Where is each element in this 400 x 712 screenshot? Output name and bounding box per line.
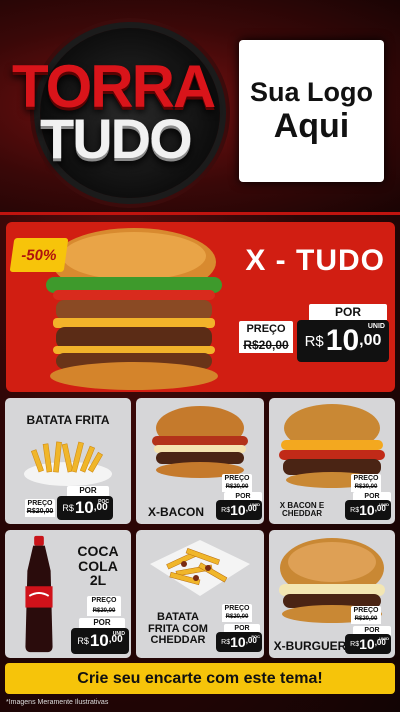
old-price-value: R$20,00 (25, 507, 55, 517)
currency-symbol: R$ (350, 640, 360, 648)
unit-label: POC (251, 634, 260, 639)
new-price-label: POR (67, 486, 109, 496)
new-price-label: POR (79, 618, 125, 628)
currency-symbol: R$ (77, 636, 89, 646)
hero-product-name: X - TUDO (245, 244, 385, 277)
logo-text-line-2: Aqui (273, 106, 350, 145)
product-card-x-bacon[interactable]: X-BACON PREÇO R$20,00 POR R$ 10 ,00 UNID (136, 398, 264, 524)
cta-button[interactable]: Crie seu encarte com este tema! (5, 663, 395, 694)
unit-label: POC (98, 499, 109, 505)
header-banner: TORRA TUDO Sua Logo Aqui (0, 0, 400, 215)
price-cents: ,00 (359, 332, 382, 349)
product-card-x-bacon-cheddar[interactable]: X BACON E CHEDDAR PREÇO R$20,00 POR R$ 1… (269, 398, 395, 524)
price-tag: PREÇO R$20,00 POR R$ 10 ,00 POC (216, 604, 264, 654)
new-price-value: R$ 10 ,00 UNID (71, 628, 129, 654)
old-price-value: R$20,00 (239, 337, 293, 353)
logo-text-line-1: Sua Logo (250, 76, 373, 107)
currency-symbol: R$ (304, 332, 324, 350)
new-price-value: R$ 10 ,00 UNID (297, 320, 389, 362)
fries-cheddar-image (150, 540, 250, 596)
currency-symbol: R$ (221, 638, 231, 646)
price-tag: PREÇO R$20,00 POR R$ 10 ,00 UNID (69, 596, 131, 656)
price-integer: 10 (230, 634, 246, 650)
new-price-label: POR (309, 304, 387, 320)
old-price-label: PREÇO (239, 321, 293, 337)
coca-cola-bottle-image (25, 535, 53, 653)
product-card-batata-cheddar[interactable]: BATATA FRITA COM CHEDDAR PREÇO R$20,00 P… (136, 530, 264, 658)
new-price-value: R$ 10 ,00 UNID (345, 500, 391, 520)
product-name-line-3: 2L (89, 572, 107, 589)
fries-image (24, 441, 112, 486)
price-integer: 10 (359, 636, 375, 652)
product-name: X-BACON (148, 505, 204, 519)
currency-symbol: R$ (221, 506, 231, 514)
product-card-coca-cola[interactable]: COCA COLA 2L PREÇO R$20,00 POR R$ 10 ,00… (5, 530, 131, 658)
product-card-x-burguer[interactable]: X-BURGUER PREÇO R$20,00 POR R$ 10 ,00 UN… (269, 530, 395, 658)
product-name-line-1: BATATA (157, 611, 199, 623)
unit-label: UNID (112, 631, 125, 637)
product-name-line-3: CHEDDAR (150, 634, 206, 647)
price-tag: PREÇO R$20,00 POR R$ 10 ,00 POC (25, 486, 127, 522)
hero-price-tag: PREÇO R$20,00 POR R$ 10 ,00 UNID (239, 304, 389, 384)
product-name: BATATA FRITA (26, 413, 110, 427)
product-name: BATATA FRITA COM CHEDDAR (140, 611, 216, 647)
disclaimer-note: *Imagens Meramente Ilustrativas (6, 699, 109, 706)
product-name: COCA COLA 2L (69, 544, 127, 588)
currency-symbol: R$ (62, 503, 74, 513)
product-name: X BACON E CHEDDAR (279, 501, 325, 519)
new-price-value: R$ 10 ,00 UNID (345, 634, 391, 654)
product-name: X-BURGUER (273, 639, 347, 653)
price-integer: 10 (325, 324, 360, 357)
price-integer: 10 (74, 498, 94, 517)
flyer-page: TORRA TUDO Sua Logo Aqui -50% X - TUDO P… (0, 0, 400, 712)
old-price-value: R$20,00 (87, 606, 121, 616)
price-integer: 10 (89, 631, 109, 650)
currency-symbol: R$ (350, 506, 360, 514)
unit-label: UNID (250, 502, 260, 507)
discount-badge: -50% (9, 238, 69, 272)
new-price-value: R$ 10 ,00 UNID (216, 500, 262, 520)
new-price-value: R$ 10 ,00 POC (216, 632, 262, 652)
price-tag: PREÇO R$20,00 POR R$ 10 ,00 UNID (345, 474, 393, 522)
old-price-label: PREÇO (87, 596, 121, 606)
brand-line-2: TUDO (40, 107, 193, 170)
new-price-value: R$ 10 ,00 POC (57, 496, 113, 520)
price-tag: PREÇO R$20,00 POR R$ 10 ,00 UNID (345, 606, 393, 656)
price-integer: 10 (359, 502, 375, 518)
product-name-line-2: COLA (78, 557, 118, 574)
x-bacon-image (152, 406, 248, 478)
old-price-value: R$20,00 (222, 612, 252, 622)
product-name-line-1: COCA (77, 543, 119, 559)
unit-label: UNID (379, 636, 389, 641)
logo-placeholder[interactable]: Sua Logo Aqui (239, 40, 384, 182)
hero-offer: -50% X - TUDO PREÇO R$20,00 POR R$ 10 ,0… (6, 222, 395, 392)
old-price-value: R$20,00 (351, 482, 381, 492)
old-price-value: R$20,00 (351, 614, 381, 624)
old-price-value: R$20,00 (222, 482, 252, 492)
price-tag: PREÇO R$20,00 POR R$ 10 ,00 UNID (216, 474, 264, 522)
product-card-batata-frita[interactable]: BATATA FRITA PREÇO R$20,00 POR R$ 10 ,00… (5, 398, 131, 524)
price-integer: 10 (230, 502, 246, 518)
unit-label: UNID (367, 323, 385, 330)
unit-label: UNID (379, 502, 389, 507)
